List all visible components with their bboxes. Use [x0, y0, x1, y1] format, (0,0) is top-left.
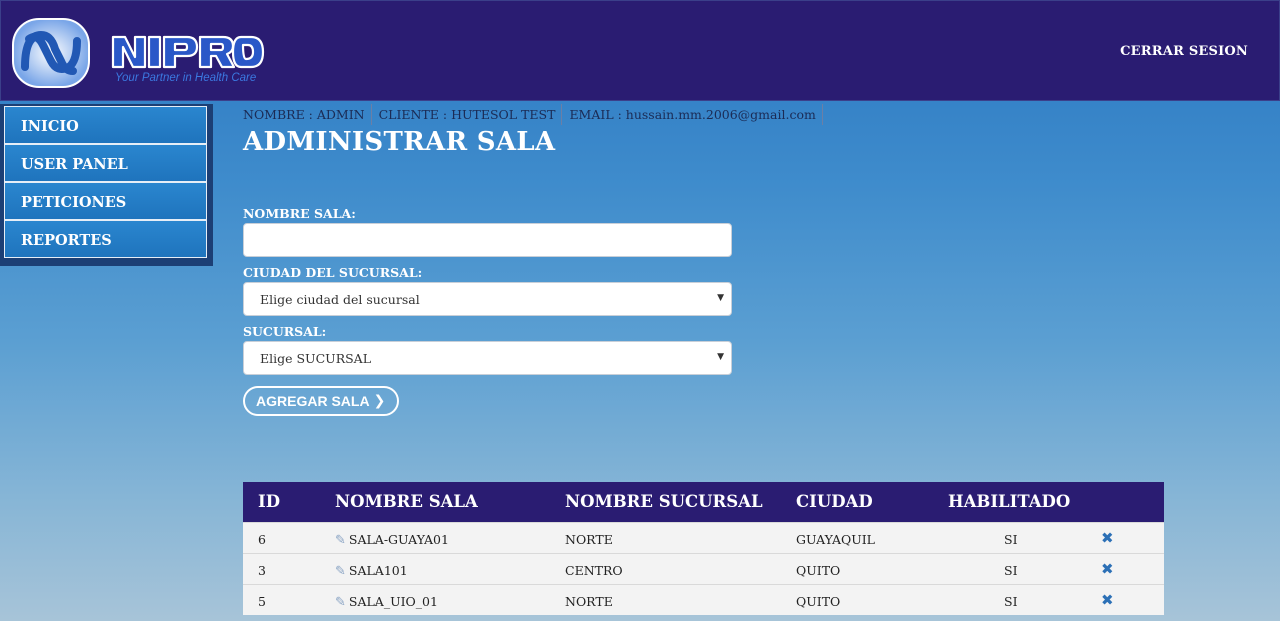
sucursal-select-value: Elige SUCURSAL [260, 351, 371, 366]
sidebar-item-peticiones[interactable]: PETICIONES [4, 182, 207, 220]
column-header-ciudad: CIUDAD [796, 492, 873, 511]
email-info: EMAIL : hussain.mm.2006@gmail.com [569, 104, 823, 125]
chevron-right-icon: ❯ [373, 393, 386, 409]
user-info-bar: NOMBRE : ADMIN CLIENTE : HUTESOL TEST EM… [243, 104, 830, 125]
column-header-habilitado: HABILITADO [948, 492, 1071, 511]
cell-habilitado: SI [1004, 532, 1018, 547]
column-header-sucursal: NOMBRE SUCURSAL [565, 492, 763, 511]
pencil-icon[interactable]: ✎ [335, 595, 346, 610]
sidebar-nav: INICIO USER PANEL PETICIONES REPORTES [0, 104, 213, 266]
logout-link[interactable]: CERRAR SESION [1120, 44, 1248, 59]
cell-nombre[interactable]: ✎ SALA_UIO_01 [335, 594, 438, 610]
cell-habilitado: SI [1004, 594, 1018, 609]
ciudad-select-value: Elige ciudad del sucursal [260, 292, 420, 307]
cell-id: 5 [258, 594, 266, 609]
cell-ciudad: QUITO [796, 563, 841, 578]
pencil-icon[interactable]: ✎ [335, 533, 346, 548]
cell-nombre-text: SALA-GUAYA01 [348, 532, 449, 547]
table-header: ID NOMBRE SALA NOMBRE SUCURSAL CIUDAD HA… [243, 482, 1164, 522]
ciudad-select[interactable]: Elige ciudad del sucursal ▼ [243, 282, 732, 316]
table-row: 6 ✎ SALA-GUAYA01 NORTE GUAYAQUIL SI ✖ [243, 522, 1164, 553]
cell-nombre-text: SALA101 [348, 563, 408, 578]
close-icon[interactable]: ✖ [1101, 529, 1114, 547]
table-row: 3 ✎ SALA101 CENTRO QUITO SI ✖ [243, 553, 1164, 584]
salas-table: ID NOMBRE SALA NOMBRE SUCURSAL CIUDAD HA… [243, 482, 1164, 615]
nipro-logo[interactable]: Your Partner in Health Care [11, 15, 291, 91]
pencil-icon[interactable]: ✎ [335, 564, 346, 579]
agregar-sala-label: AGREGAR SALA [256, 393, 370, 409]
cell-sucursal: NORTE [565, 532, 613, 547]
caret-down-icon: ▼ [717, 293, 724, 303]
sucursal-label: SUCURSAL: [243, 324, 327, 339]
column-header-nombre-sala: NOMBRE SALA [335, 492, 478, 511]
page-title: ADMINISTRAR SALA [243, 127, 556, 157]
cell-id: 6 [258, 532, 266, 547]
column-header-id: ID [258, 492, 281, 511]
logo-tagline: Your Partner in Health Care [115, 72, 256, 84]
client-info: CLIENTE : HUTESOL TEST [379, 104, 563, 125]
caret-down-icon: ▼ [717, 352, 724, 362]
header-bar: Your Partner in Health Care CERRAR SESIO… [0, 0, 1280, 101]
cell-nombre[interactable]: ✎ SALA-GUAYA01 [335, 532, 449, 548]
ciudad-label: CIUDAD DEL SUCURSAL: [243, 265, 423, 280]
nombre-sala-label: NOMBRE SALA: [243, 206, 356, 221]
agregar-sala-button[interactable]: AGREGAR SALA ❯ [243, 386, 400, 416]
close-icon[interactable]: ✖ [1101, 591, 1114, 609]
sidebar-item-user-panel[interactable]: USER PANEL [4, 144, 207, 182]
table-row: 5 ✎ SALA_UIO_01 NORTE QUITO SI ✖ [243, 584, 1164, 615]
cell-habilitado: SI [1004, 563, 1018, 578]
cell-nombre-text: SALA_UIO_01 [348, 594, 438, 609]
cell-ciudad: GUAYAQUIL [796, 532, 875, 547]
cell-nombre[interactable]: ✎ SALA101 [335, 563, 408, 579]
close-icon[interactable]: ✖ [1101, 560, 1114, 578]
sidebar-item-inicio[interactable]: INICIO [4, 106, 207, 144]
cell-sucursal: CENTRO [565, 563, 623, 578]
cell-ciudad: QUITO [796, 594, 841, 609]
cell-sucursal: NORTE [565, 594, 613, 609]
nombre-sala-input[interactable] [243, 223, 732, 257]
user-name-info: NOMBRE : ADMIN [243, 104, 372, 125]
cell-id: 3 [258, 563, 266, 578]
sucursal-select[interactable]: Elige SUCURSAL ▼ [243, 341, 732, 375]
sidebar-item-reportes[interactable]: REPORTES [4, 220, 207, 258]
